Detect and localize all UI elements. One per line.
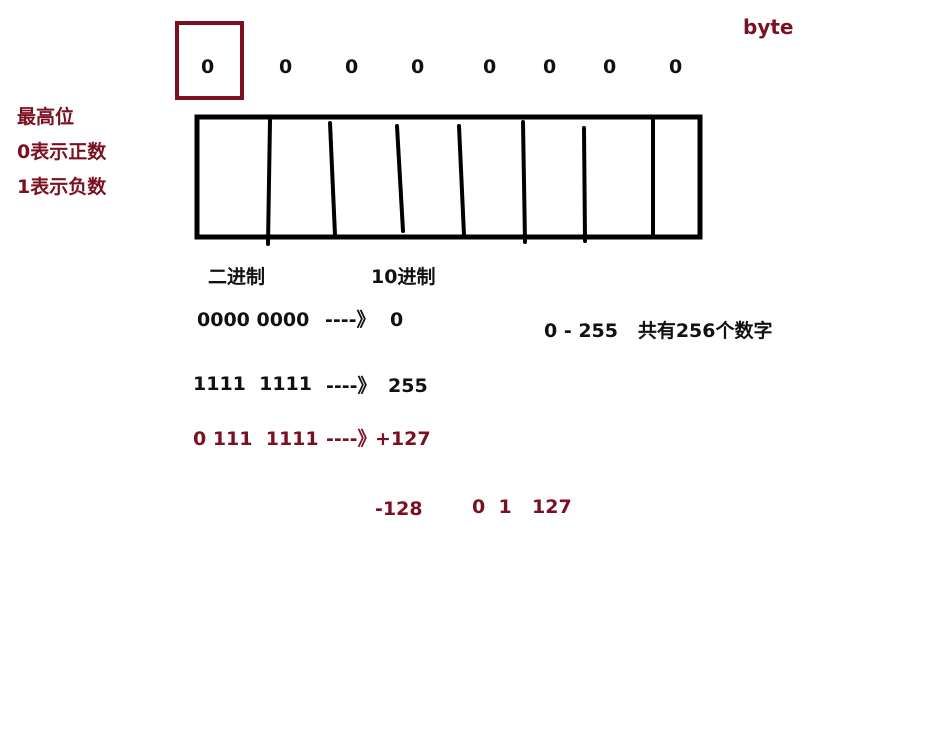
cell-divider-3 bbox=[395, 124, 405, 233]
bit-value-5: 0 bbox=[543, 56, 557, 78]
header-binary: 二进制 bbox=[208, 266, 266, 288]
bit-value-0: 0 bbox=[201, 56, 215, 78]
signed-max: 127 bbox=[532, 496, 572, 518]
byte-title: byte bbox=[743, 15, 794, 39]
row-arrow: ----》 bbox=[325, 309, 376, 331]
cell-divider-2 bbox=[328, 121, 337, 237]
row-decimal: +127 bbox=[375, 428, 431, 450]
bit-value-6: 0 bbox=[603, 56, 617, 78]
row-arrow: ----》 bbox=[326, 375, 377, 397]
row-binary: 0 111 1111 bbox=[193, 428, 319, 450]
signed-min: -128 bbox=[375, 498, 423, 520]
sign-note-msb: 最高位 bbox=[17, 106, 75, 128]
cell-divider-1 bbox=[266, 118, 272, 246]
row-arrow: ----》 bbox=[326, 428, 377, 450]
cell-divider-5 bbox=[521, 120, 527, 244]
bit-value-1: 0 bbox=[279, 56, 293, 78]
byte-cells-box bbox=[194, 114, 703, 240]
range-note: 0 - 255 共有256个数字 bbox=[544, 320, 773, 342]
row-decimal: 0 bbox=[390, 309, 404, 331]
cell-divider-4 bbox=[457, 124, 466, 237]
cell-divider-6 bbox=[582, 126, 587, 243]
row-binary: 1111 1111 bbox=[193, 373, 312, 395]
row-binary: 0000 0000 bbox=[197, 309, 310, 331]
header-decimal: 10进制 bbox=[371, 266, 436, 288]
bit-value-4: 0 bbox=[483, 56, 497, 78]
signed-zero-one: 0 1 bbox=[472, 496, 512, 518]
sign-note-positive: 0表示正数 bbox=[17, 141, 107, 163]
row-decimal: 255 bbox=[388, 375, 428, 397]
bit-value-7: 0 bbox=[669, 56, 683, 78]
bit-value-2: 0 bbox=[345, 56, 359, 78]
byte-diagram bbox=[175, 21, 703, 246]
bit-value-3: 0 bbox=[411, 56, 425, 78]
sign-note-negative: 1表示负数 bbox=[17, 176, 107, 198]
